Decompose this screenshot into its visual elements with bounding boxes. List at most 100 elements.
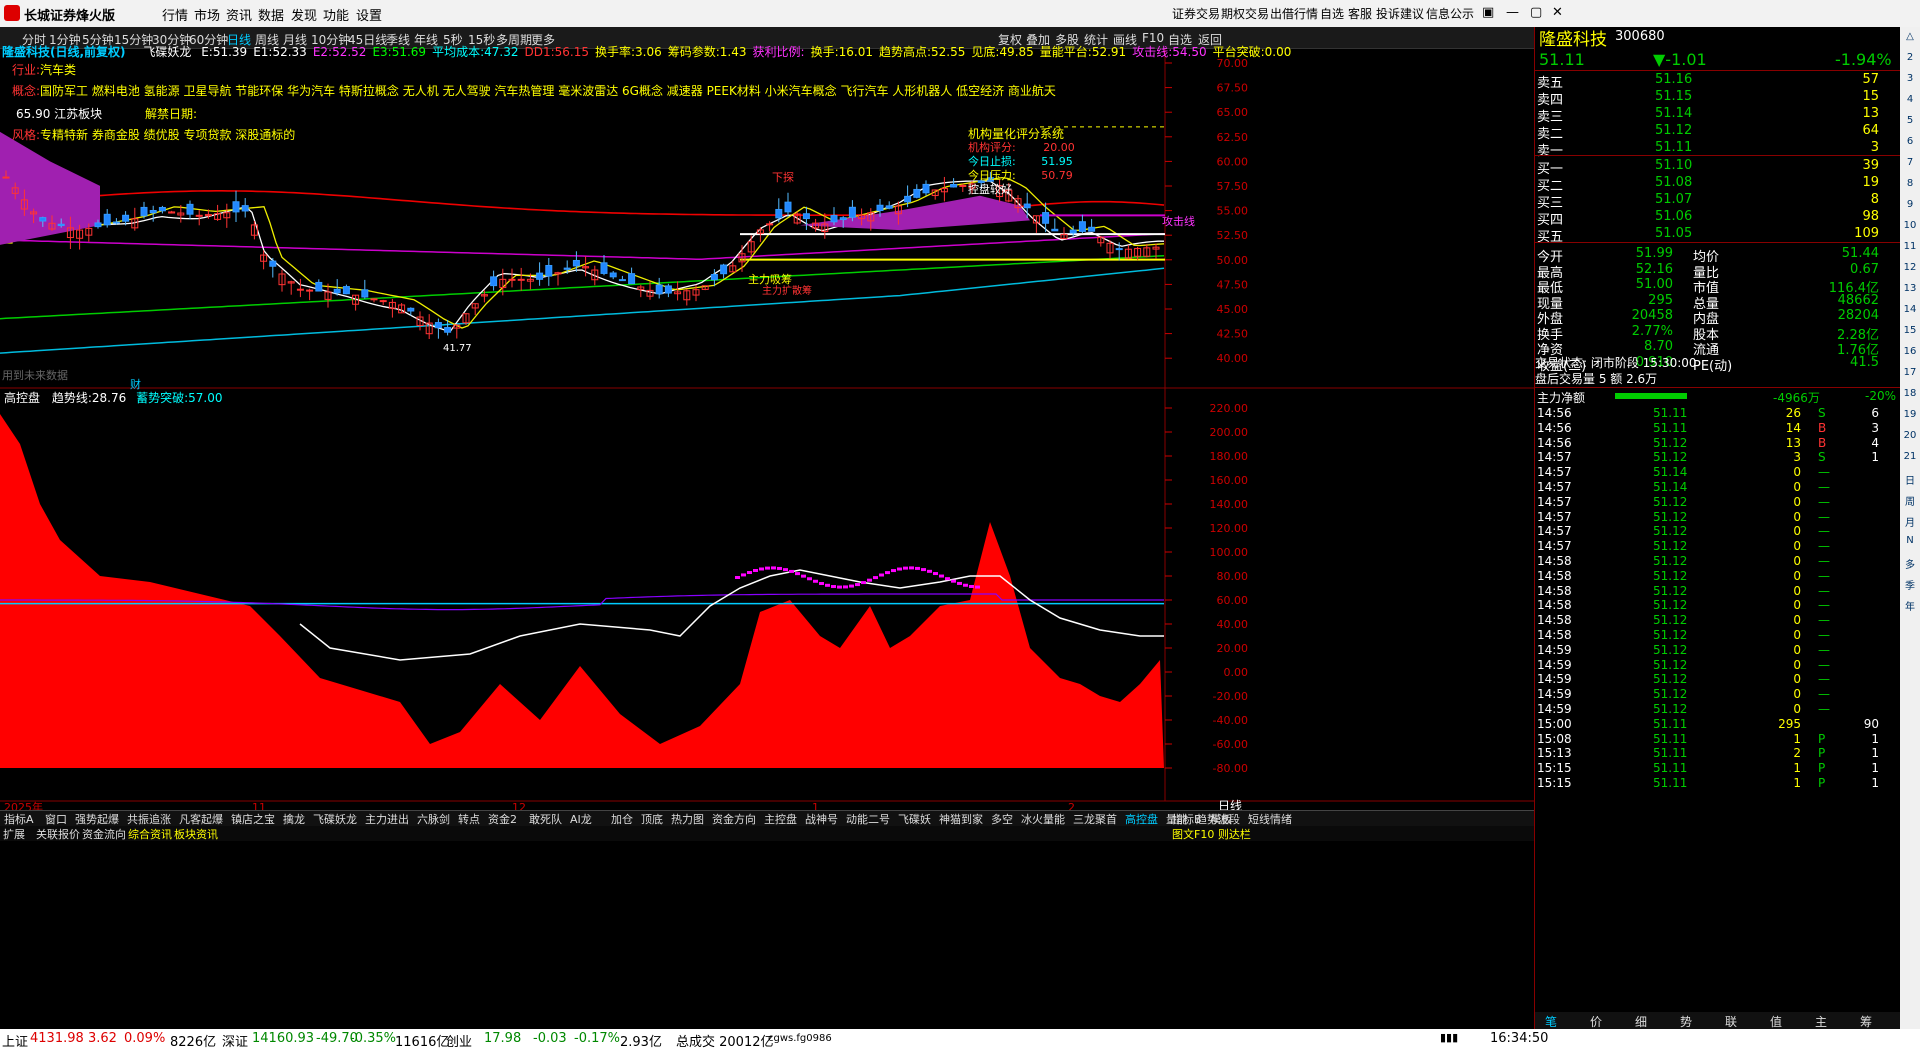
right-tab[interactable]: 筹 bbox=[1860, 1013, 1872, 1030]
indicator-tab[interactable]: 顶底 bbox=[641, 811, 663, 827]
template-tab[interactable]: 模板 bbox=[1210, 811, 1232, 827]
side-item[interactable]: 2 bbox=[1900, 52, 1920, 63]
sh-label[interactable]: 上证 bbox=[2, 1031, 28, 1050]
bid-row[interactable]: 买一 51.10 39 bbox=[1535, 157, 1901, 177]
close-icon[interactable]: ✕ bbox=[1552, 5, 1563, 20]
side-item[interactable]: N bbox=[1900, 535, 1920, 546]
right-tab[interactable]: 细 bbox=[1635, 1013, 1647, 1030]
indicator-tab[interactable]: 主控盘 bbox=[764, 811, 797, 827]
tab-fund[interactable]: 资金流向 bbox=[82, 826, 126, 842]
link-service[interactable]: 客服 bbox=[1348, 5, 1372, 22]
link-info[interactable]: 信息公示 bbox=[1426, 5, 1474, 22]
side-item[interactable]: 4 bbox=[1900, 94, 1920, 105]
bid-row[interactable]: 买三 51.07 8 bbox=[1535, 191, 1901, 211]
indicator-tab[interactable]: 多空 bbox=[991, 811, 1013, 827]
menu-hangqing[interactable]: 行情 bbox=[162, 5, 188, 24]
indicator-tab[interactable]: 主力进出 bbox=[365, 811, 409, 827]
side-item[interactable]: 13 bbox=[1900, 283, 1920, 294]
tab-f10[interactable]: 图文F10 则达栏 bbox=[1172, 826, 1251, 842]
side-item[interactable]: 19 bbox=[1900, 409, 1920, 420]
indicator-tab[interactable]: 强势起爆 bbox=[75, 811, 119, 827]
indicator-tab[interactable]: 镇店之宝 bbox=[231, 811, 275, 827]
skin-icon[interactable]: ▣ bbox=[1482, 5, 1494, 20]
link-fav[interactable]: 自选 bbox=[1320, 5, 1344, 22]
indicator-tab[interactable]: 指标A bbox=[4, 811, 34, 827]
indicator-tab[interactable]: 资金方向 bbox=[712, 811, 756, 827]
right-tab[interactable]: 联 bbox=[1725, 1013, 1737, 1030]
tab-related[interactable]: 关联报价 bbox=[36, 826, 80, 842]
indicator-tab[interactable]: 六脉剑 bbox=[417, 811, 450, 827]
indicator-tab[interactable]: 冰火量能 bbox=[1021, 811, 1065, 827]
indicator-tab[interactable]: AI龙 bbox=[570, 811, 592, 827]
sz-label[interactable]: 深证 bbox=[222, 1031, 248, 1050]
right-tab[interactable]: 势 bbox=[1680, 1013, 1692, 1030]
indicator-tab-b[interactable]: 指标B bbox=[1172, 811, 1202, 827]
side-item[interactable]: 6 bbox=[1900, 136, 1920, 147]
indicator-tab[interactable]: 三龙聚首 bbox=[1073, 811, 1117, 827]
indicator-tab[interactable]: 战神号 bbox=[805, 811, 838, 827]
side-item[interactable]: 周 bbox=[1900, 493, 1920, 508]
indicator-tab[interactable]: 高控盘 bbox=[1125, 811, 1158, 827]
menu-zixun[interactable]: 资讯 bbox=[226, 5, 252, 24]
indicator-tab[interactable]: 动能二号 bbox=[846, 811, 890, 827]
ask-row[interactable]: 卖三 51.14 13 bbox=[1535, 105, 1901, 125]
restore-icon[interactable]: ▢ bbox=[1530, 5, 1542, 20]
tab-board[interactable]: 板块资讯 bbox=[174, 826, 218, 842]
indicator-name[interactable]: 飞碟妖龙 bbox=[143, 45, 191, 59]
side-item[interactable]: 15 bbox=[1900, 325, 1920, 336]
tab-ext[interactable]: 扩展 bbox=[3, 826, 25, 842]
indicator-tab[interactable]: 擒龙 bbox=[283, 811, 305, 827]
menu-gongneng[interactable]: 功能 bbox=[323, 5, 349, 24]
side-item[interactable]: 8 bbox=[1900, 178, 1920, 189]
indicator-tab[interactable]: 短线情绪 bbox=[1248, 811, 1292, 827]
side-item[interactable]: 月 bbox=[1900, 514, 1920, 529]
indicator-tab[interactable]: 飞碟妖龙 bbox=[313, 811, 357, 827]
menu-shezhi[interactable]: 设置 bbox=[356, 5, 382, 24]
indicator-tab[interactable]: 窗口 bbox=[45, 811, 67, 827]
bid-row[interactable]: 买四 51.06 98 bbox=[1535, 208, 1901, 228]
side-item[interactable]: 20 bbox=[1900, 430, 1920, 441]
indicator-tab[interactable]: 转点 bbox=[458, 811, 480, 827]
indicator-tab[interactable]: 飞碟妖 bbox=[898, 811, 931, 827]
tab-news[interactable]: 综合资讯 bbox=[128, 826, 172, 842]
link-option[interactable]: 期权交易 bbox=[1221, 5, 1269, 22]
right-tab[interactable]: 主 bbox=[1815, 1013, 1827, 1030]
side-item[interactable]: △ bbox=[1900, 31, 1920, 42]
side-item[interactable]: 12 bbox=[1900, 262, 1920, 273]
side-item[interactable]: 年 bbox=[1900, 598, 1920, 613]
indicator-tab[interactable]: 热力图 bbox=[671, 811, 704, 827]
right-tab[interactable]: 值 bbox=[1770, 1013, 1782, 1030]
side-item[interactable]: 11 bbox=[1900, 241, 1920, 252]
side-item[interactable]: 5 bbox=[1900, 115, 1920, 126]
link-trade[interactable]: 证券交易 bbox=[1172, 5, 1220, 22]
link-lend[interactable]: 出借行情 bbox=[1270, 5, 1318, 22]
ask-row[interactable]: 卖二 51.12 64 bbox=[1535, 122, 1901, 142]
side-item[interactable]: 17 bbox=[1900, 367, 1920, 378]
right-tab[interactable]: 价 bbox=[1590, 1013, 1602, 1030]
bid-row[interactable]: 买二 51.08 19 bbox=[1535, 174, 1901, 194]
side-item[interactable]: 21 bbox=[1900, 451, 1920, 462]
menu-shuju[interactable]: 数据 bbox=[258, 5, 284, 24]
side-item[interactable]: 18 bbox=[1900, 388, 1920, 399]
indicator-tab[interactable]: 敢死队 bbox=[529, 811, 562, 827]
side-item[interactable]: 16 bbox=[1900, 346, 1920, 357]
indicator-tab[interactable]: 资金2 bbox=[488, 811, 517, 827]
side-item[interactable]: 多 bbox=[1900, 556, 1920, 571]
menu-faxian[interactable]: 发现 bbox=[291, 5, 317, 24]
bid-row[interactable]: 买五 51.05 109 bbox=[1535, 225, 1901, 245]
ask-row[interactable]: 卖四 51.15 15 bbox=[1535, 88, 1901, 108]
cy-label[interactable]: 创业 bbox=[446, 1031, 472, 1050]
side-item[interactable]: 14 bbox=[1900, 304, 1920, 315]
minimize-icon[interactable]: — bbox=[1506, 5, 1519, 20]
side-item[interactable]: 日 bbox=[1900, 472, 1920, 487]
indicator-tab[interactable]: 加仓 bbox=[611, 811, 633, 827]
right-tab[interactable]: 笔 bbox=[1545, 1013, 1557, 1030]
ask-row[interactable]: 卖五 51.16 57 bbox=[1535, 71, 1901, 91]
side-item[interactable]: 3 bbox=[1900, 73, 1920, 84]
indicator-tab[interactable]: 神猫到家 bbox=[939, 811, 983, 827]
menu-shichang[interactable]: 市场 bbox=[194, 5, 220, 24]
indicator-tab[interactable]: 凡客起爆 bbox=[179, 811, 223, 827]
side-item[interactable]: 季 bbox=[1900, 577, 1920, 592]
side-item[interactable]: 7 bbox=[1900, 157, 1920, 168]
side-item[interactable]: 10 bbox=[1900, 220, 1920, 231]
